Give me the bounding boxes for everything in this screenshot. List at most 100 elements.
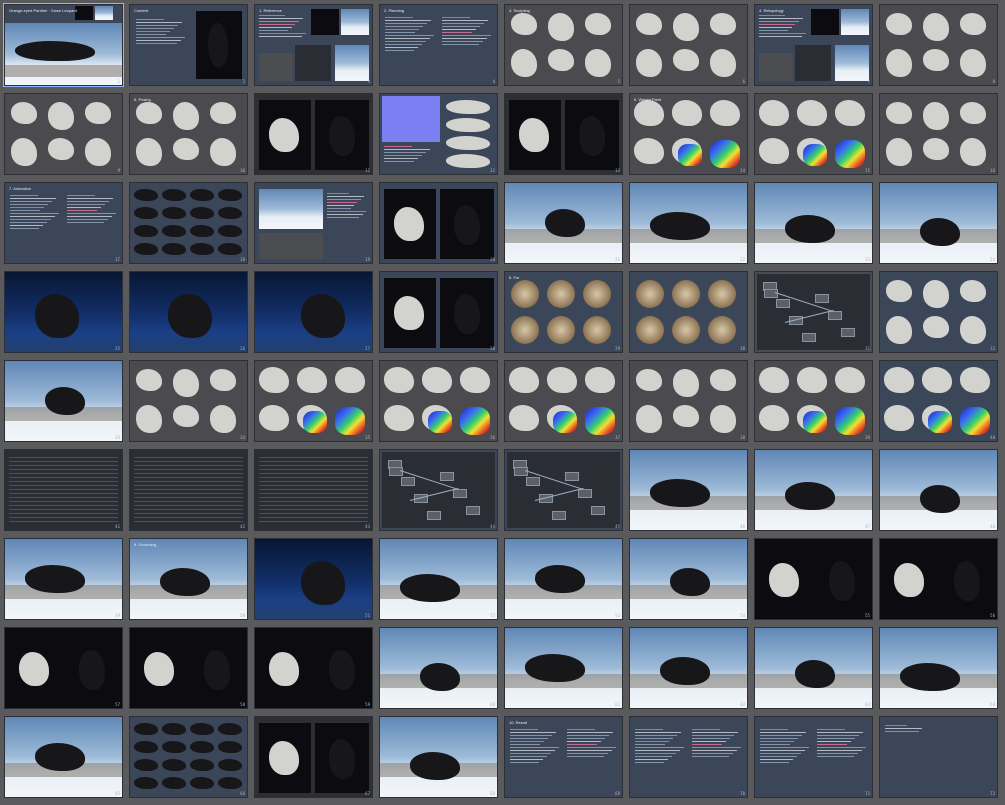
animal-figure bbox=[35, 294, 79, 338]
slide-thumbnail-65[interactable]: 65 bbox=[4, 716, 123, 798]
slide-thumbnail-54[interactable]: 54 bbox=[629, 538, 748, 620]
slide-thumbnail-14[interactable]: 6. Weight Paint 14 bbox=[629, 93, 748, 175]
slide-thumbnail-70[interactable]: 70 bbox=[629, 716, 748, 798]
slide-thumbnail-52[interactable]: 52 bbox=[379, 538, 498, 620]
slide-number: 39 bbox=[865, 435, 870, 440]
slide-thumbnail-2[interactable]: Content 2 bbox=[129, 4, 248, 86]
text-line bbox=[567, 732, 613, 733]
slide-thumbnail-68[interactable]: 68 bbox=[379, 716, 498, 798]
slide-thumbnail-66[interactable]: 66 bbox=[129, 716, 248, 798]
slide-thumbnail-46[interactable]: 46 bbox=[629, 449, 748, 531]
slide-thumbnail-39[interactable]: 39 bbox=[754, 360, 873, 442]
text-line bbox=[384, 155, 422, 156]
slide-thumbnail-40[interactable]: 40 bbox=[879, 360, 998, 442]
slide-thumbnail-20[interactable]: 20 bbox=[379, 182, 498, 264]
slide-thumbnail-63[interactable]: 63 bbox=[754, 627, 873, 709]
text-lines bbox=[442, 17, 492, 47]
slide-thumbnail-12[interactable]: 12 bbox=[379, 93, 498, 175]
slide-thumbnail-15[interactable]: 15 bbox=[754, 93, 873, 175]
slide-thumbnail-53[interactable]: 53 bbox=[504, 538, 623, 620]
slide-thumbnail-9[interactable]: 9 bbox=[4, 93, 123, 175]
slide-thumbnail-64[interactable]: 64 bbox=[879, 627, 998, 709]
slide-thumbnail-11[interactable]: 11 bbox=[254, 93, 373, 175]
slide-number: 42 bbox=[240, 524, 245, 529]
slide-thumbnail-29[interactable]: 8. Fur 29 bbox=[504, 271, 623, 353]
slide-thumbnail-69[interactable]: 10. Result 69 bbox=[504, 716, 623, 798]
text-line bbox=[10, 201, 52, 202]
slide-thumbnail-49[interactable]: 49 bbox=[4, 538, 123, 620]
slide-thumbnail-27[interactable]: 27 bbox=[254, 271, 373, 353]
slide-thumbnail-42[interactable]: 42 bbox=[129, 449, 248, 531]
slide-thumbnail-34[interactable]: 34 bbox=[129, 360, 248, 442]
slide-thumbnail-55[interactable]: 55 bbox=[754, 538, 873, 620]
sculpt-figure bbox=[259, 367, 289, 393]
slide-number: 52 bbox=[490, 613, 495, 618]
slide-thumbnail-1[interactable]: Orange-eyed Panther · Snow Leopard 1 bbox=[3, 3, 124, 87]
slide-thumbnail-57[interactable]: 57 bbox=[4, 627, 123, 709]
slide-thumbnail-44[interactable]: 44 bbox=[379, 449, 498, 531]
slide-thumbnail-17[interactable]: 7. Animation 17 bbox=[4, 182, 123, 264]
slide-thumbnail-45[interactable]: 45 bbox=[504, 449, 623, 531]
slide-thumbnail-26[interactable]: 26 bbox=[129, 271, 248, 353]
slide-thumbnail-10[interactable]: 5. Posing 10 bbox=[129, 93, 248, 175]
slide-thumbnail-61[interactable]: 61 bbox=[504, 627, 623, 709]
pose-frame bbox=[190, 225, 214, 237]
slide-thumbnail-41[interactable]: 41 bbox=[4, 449, 123, 531]
slide-thumbnail-33[interactable]: 33 bbox=[4, 360, 123, 442]
slide-thumbnail-22[interactable]: 22 bbox=[629, 182, 748, 264]
slide-thumbnail-18[interactable]: 18 bbox=[129, 182, 248, 264]
slide-thumbnail-3[interactable]: 1. Reference 3 bbox=[254, 4, 373, 86]
weight-heatmap bbox=[835, 140, 865, 168]
sculpt-figure bbox=[210, 138, 236, 166]
slide-thumbnail-24[interactable]: 24 bbox=[879, 182, 998, 264]
slide-number: 36 bbox=[490, 435, 495, 440]
slide-thumbnail-58[interactable]: 58 bbox=[129, 627, 248, 709]
slide-thumbnail-67[interactable]: 67 bbox=[254, 716, 373, 798]
slide-number: 56 bbox=[990, 613, 995, 618]
slide-thumbnail-21[interactable]: 21 bbox=[504, 182, 623, 264]
text-line bbox=[67, 204, 105, 205]
slide-thumbnail-13[interactable]: 13 bbox=[504, 93, 623, 175]
slide-thumbnail-5[interactable]: 3. Sculpting 5 bbox=[504, 4, 623, 86]
slide-thumbnail-7[interactable]: 4. Retopology 7 bbox=[754, 4, 873, 86]
slide-number: 66 bbox=[240, 791, 245, 796]
slide-thumbnail-28[interactable]: 28 bbox=[379, 271, 498, 353]
text-line bbox=[136, 40, 181, 41]
fur-sample bbox=[708, 280, 736, 308]
slide-thumbnail-51[interactable]: 51 bbox=[254, 538, 373, 620]
slide-thumbnail-25[interactable]: 25 bbox=[4, 271, 123, 353]
animal-figure bbox=[920, 218, 960, 246]
slide-thumbnail-62[interactable]: 62 bbox=[629, 627, 748, 709]
slide-thumbnail-43[interactable]: 43 bbox=[254, 449, 373, 531]
slide-thumbnail-31[interactable]: 31 bbox=[754, 271, 873, 353]
slide-thumbnail-56[interactable]: 56 bbox=[879, 538, 998, 620]
text-line bbox=[442, 23, 484, 24]
text-line bbox=[10, 207, 44, 208]
slide-thumbnail-6[interactable]: 6 bbox=[629, 4, 748, 86]
slide-thumbnail-16[interactable]: 16 bbox=[879, 93, 998, 175]
slide-thumbnail-32[interactable]: 32 bbox=[879, 271, 998, 353]
sculpt-figure bbox=[509, 367, 539, 393]
sculpt-figure bbox=[835, 367, 865, 393]
slide-thumbnail-35[interactable]: 35 bbox=[254, 360, 373, 442]
slide-thumbnail-30[interactable]: 30 bbox=[629, 271, 748, 353]
slide-thumbnail-4[interactable]: 2. Planning 4 bbox=[379, 4, 498, 86]
animal-figure bbox=[269, 118, 299, 152]
slide-number: 2 bbox=[242, 79, 245, 84]
slide-thumbnail-36[interactable]: 36 bbox=[379, 360, 498, 442]
slide-thumbnail-59[interactable]: 59 bbox=[254, 627, 373, 709]
slide-thumbnail-71[interactable]: 71 bbox=[754, 716, 873, 798]
slide-thumbnail-19[interactable]: 19 bbox=[254, 182, 373, 264]
text-line bbox=[759, 15, 786, 16]
slide-thumbnail-48[interactable]: 48 bbox=[879, 449, 998, 531]
slide-thumbnail-72[interactable]: 72 bbox=[879, 716, 998, 798]
slide-thumbnail-50[interactable]: 9. Grooming 50 bbox=[129, 538, 248, 620]
slide-thumbnail-8[interactable]: 8 bbox=[879, 4, 998, 86]
slide-thumbnail-47[interactable]: 47 bbox=[754, 449, 873, 531]
slide-thumbnail-37[interactable]: 37 bbox=[504, 360, 623, 442]
slide-thumbnail-23[interactable]: 23 bbox=[754, 182, 873, 264]
slide-thumbnail-38[interactable]: 38 bbox=[629, 360, 748, 442]
node-box bbox=[841, 328, 855, 337]
sculpt-figure bbox=[48, 102, 74, 130]
slide-thumbnail-60[interactable]: 60 bbox=[379, 627, 498, 709]
